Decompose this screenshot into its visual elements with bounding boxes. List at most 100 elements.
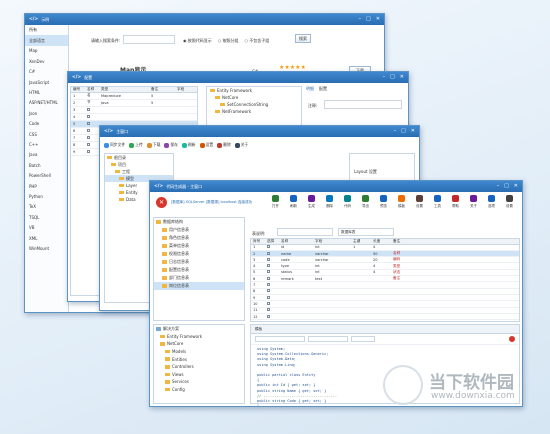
radio-option[interactable]: ◉ 按照代码显示 xyxy=(183,38,212,44)
table-name-input[interactable] xyxy=(277,228,333,236)
sidebar-item[interactable]: TSQL xyxy=(25,212,68,222)
toolbar-button[interactable]: 关于 xyxy=(465,195,482,208)
toolbar-button[interactable]: 生成 xyxy=(303,195,320,208)
sidebar-item[interactable]: PowerShell xyxy=(25,170,68,180)
toolbar-button[interactable]: 刷新 xyxy=(181,142,196,148)
sidebar-item[interactable]: Code xyxy=(25,119,68,129)
toolbar-button[interactable]: 设置 xyxy=(199,142,213,148)
sidebar-item[interactable]: Json xyxy=(25,108,68,118)
toolbar-button[interactable]: 导出 xyxy=(357,195,374,208)
table-desc-input[interactable]: 数据库表 xyxy=(338,228,394,236)
checkbox[interactable] xyxy=(87,107,90,111)
toolbar-button[interactable]: 上传 xyxy=(129,142,143,148)
tree-item[interactable]: 配置信息表 xyxy=(154,266,244,274)
option-field[interactable] xyxy=(351,336,375,342)
sidebar-item[interactable]: PHP xyxy=(25,181,68,191)
checkbox[interactable] xyxy=(267,283,270,287)
table-row[interactable]: 3 xyxy=(71,107,197,114)
toolbar-button[interactable]: 帮助 xyxy=(447,195,464,208)
toolbar-button[interactable]: 同步文件 xyxy=(104,142,125,148)
tree-item[interactable]: NetCore xyxy=(207,94,301,101)
tree-item[interactable]: 权限信息表 xyxy=(154,250,244,258)
checkbox[interactable] xyxy=(87,114,90,118)
tab-detail[interactable]: 明细 xyxy=(306,86,314,92)
sidebar-item[interactable]: ASP.NET/HTML xyxy=(25,98,68,108)
tree-item[interactable]: Entity Framework xyxy=(207,87,301,94)
radio-option[interactable]: ○ 不包含子组 xyxy=(245,38,270,44)
table-row[interactable]: 1 名 Mapreduce 5 xyxy=(71,93,197,100)
sidebar-item[interactable]: CSS xyxy=(25,129,68,139)
column-header[interactable]: 主键 xyxy=(351,239,371,244)
checkbox[interactable] xyxy=(87,149,90,153)
toolbar-button[interactable]: 打开 xyxy=(267,195,284,208)
checkbox[interactable] xyxy=(87,142,90,146)
column-header[interactable]: 选择 xyxy=(265,239,279,244)
column-header[interactable]: 序号 xyxy=(251,239,265,244)
checkbox[interactable] xyxy=(267,289,270,293)
toolbar-button[interactable]: 代码 xyxy=(339,195,356,208)
minimize-button[interactable]: – xyxy=(383,74,386,80)
toolbar-button[interactable]: 设置 xyxy=(411,195,428,208)
tree-item[interactable]: Services xyxy=(154,378,244,386)
maximize-button[interactable]: □ xyxy=(366,16,371,22)
column-header[interactable]: 编号 xyxy=(71,87,85,92)
toolbar-button[interactable]: 设置 xyxy=(501,195,518,208)
red-action-icon[interactable] xyxy=(509,336,515,342)
tree-item[interactable]: 用户信息表 xyxy=(154,226,244,234)
sidebar-item[interactable]: Java xyxy=(25,150,68,160)
checkbox[interactable] xyxy=(267,295,270,299)
column-header[interactable]: 长度 xyxy=(371,239,391,244)
tree-item[interactable]: 数据库结构 xyxy=(154,218,244,226)
toolbar-button[interactable]: 删除 xyxy=(321,195,338,208)
sidebar-item[interactable]: Python xyxy=(25,191,68,201)
sidebar-item[interactable]: C++ xyxy=(25,139,68,149)
search-button[interactable]: 搜索 xyxy=(295,34,311,43)
toolbar-button[interactable]: 关于 xyxy=(234,142,248,148)
tab-config[interactable]: 配置 xyxy=(319,86,327,92)
tree-item[interactable]: 菜单信息表 xyxy=(154,242,244,250)
maximize-button[interactable]: □ xyxy=(390,74,395,80)
tree-item[interactable]: Views xyxy=(154,371,244,379)
checkbox[interactable] xyxy=(267,264,270,268)
tree-item[interactable]: Models xyxy=(154,348,244,356)
radio-group[interactable]: ◉ 按照代码显示 ○ 按照分组 ○ 不包含子组 xyxy=(183,38,269,44)
checkbox[interactable] xyxy=(87,128,90,132)
stop-icon[interactable]: ✕ xyxy=(156,197,167,208)
checkbox[interactable] xyxy=(267,301,270,305)
checkbox[interactable] xyxy=(267,270,270,274)
table-row[interactable]: 12 xyxy=(251,314,519,321)
tree-item[interactable]: 工程 xyxy=(105,168,173,175)
column-header[interactable]: 备注 xyxy=(391,239,451,244)
sidebar-item[interactable]: VB xyxy=(25,222,68,232)
column-header[interactable]: 字段 xyxy=(313,239,351,244)
checkbox[interactable] xyxy=(87,121,90,125)
sidebar-item[interactable]: Map xyxy=(25,46,68,56)
checkbox[interactable] xyxy=(267,276,270,280)
toolbar-button[interactable]: 删除 xyxy=(217,142,231,148)
column-header[interactable]: 类型 xyxy=(99,87,149,92)
note-field[interactable] xyxy=(324,100,402,109)
toolbar-button[interactable]: 下载 xyxy=(146,142,160,148)
checkbox[interactable] xyxy=(267,308,270,312)
tree-item[interactable]: SetConnectionString xyxy=(207,101,301,108)
toolbar-button[interactable]: 保存 xyxy=(164,142,178,148)
column-header[interactable]: 名称 xyxy=(85,87,99,92)
sidebar-item[interactable]: TeX xyxy=(25,202,68,212)
sidebar-item[interactable]: Batch xyxy=(25,160,68,170)
toolbar-button[interactable]: 预览 xyxy=(375,195,392,208)
toolbar-button[interactable]: 工具 xyxy=(429,195,446,208)
checkbox[interactable] xyxy=(267,257,270,261)
tree-item[interactable]: NetFramework xyxy=(207,108,301,115)
close-button[interactable]: ✕ xyxy=(411,128,415,134)
sidebar-item[interactable]: C# xyxy=(25,67,68,77)
radio-option[interactable]: ○ 按照分组 xyxy=(218,38,239,44)
search-input[interactable] xyxy=(123,35,175,44)
close-button[interactable]: ✕ xyxy=(400,74,404,80)
tree-item[interactable]: Controllers xyxy=(154,363,244,371)
table-row[interactable]: 4 xyxy=(71,114,197,121)
column-header[interactable]: 备注 xyxy=(149,87,175,92)
tree-item[interactable]: Entities xyxy=(154,355,244,363)
checkbox[interactable] xyxy=(87,135,90,139)
tree-item[interactable]: Entity Framework xyxy=(154,333,244,341)
tree-item[interactable]: 解决方案 xyxy=(154,325,244,333)
